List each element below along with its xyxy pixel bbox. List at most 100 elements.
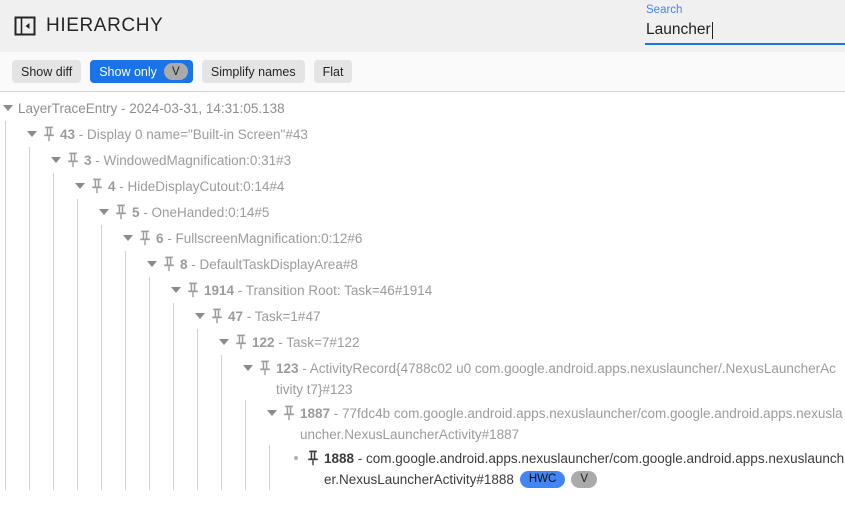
search-input-value: Launcher (646, 19, 711, 41)
bullet-icon (294, 456, 298, 460)
tree-node: 3 - WindowedMagnification:0:31#34 - Hide… (48, 147, 845, 490)
tree-node-text: - 77fdc4b com.google.android.apps.nexusl… (300, 406, 843, 442)
chevron-down-icon (195, 313, 205, 319)
tree-node: 1914 - Transition Root: Task=46#191447 -… (168, 277, 845, 490)
flat-button[interactable]: Flat (314, 60, 353, 83)
tree-node-label: 1914 - Transition Root: Task=46#1914 (204, 280, 432, 301)
tree-children: 1888 - com.google.android.apps.nexuslaun… (264, 445, 845, 490)
page-title: HIERARCHY (46, 15, 163, 37)
tree-node-row[interactable]: 47 - Task=1#47 (192, 303, 845, 329)
pin-icon (186, 280, 200, 300)
tree-children: 1887 - 77fdc4b com.google.android.apps.n… (240, 400, 845, 490)
pin-icon (210, 306, 224, 326)
pin-icon (138, 228, 152, 248)
expand-collapse-caret-icon[interactable] (240, 358, 256, 378)
text-caret (712, 22, 713, 39)
tree-node: 5 - OneHanded:0:14#5 6 - FullscreenMagnif… (96, 199, 845, 490)
simplify-names-label: Simplify names (211, 65, 296, 79)
tree-node-label: 1887 - 77fdc4b com.google.android.apps.n… (300, 403, 845, 445)
tree-node-label: 1888 - com.google.android.apps.nexuslaun… (324, 448, 845, 490)
tree-node: 6 - FullscreenMagnification:0:12#68 - De… (120, 225, 845, 490)
expand-collapse-caret-icon[interactable] (72, 176, 88, 196)
tree-node-label: 47 - Task=1#47 (228, 306, 320, 327)
pin-icon (162, 254, 176, 274)
tree-node-row[interactable]: 122 - Task=7#122 (216, 329, 845, 355)
search-input[interactable]: Launcher (646, 19, 713, 41)
chevron-down-icon (75, 183, 85, 189)
tree-node-label: 5 - OneHanded:0:14#5 (132, 202, 269, 223)
tree-node-row[interactable]: 1914 - Transition Root: Task=46#1914 (168, 277, 845, 303)
tree-node-row[interactable]: 1888 - com.google.android.apps.nexuslaun… (288, 445, 845, 490)
expand-collapse-caret-icon[interactable] (0, 98, 16, 118)
tree-node-label: 6 - FullscreenMagnification:0:12#6 (156, 228, 362, 249)
tree-node-row[interactable]: 4 - HideDisplayCutout:0:14#4 (72, 173, 845, 199)
tree-node: 4 - HideDisplayCutout:0:14#45 - OneHande… (72, 173, 845, 490)
tree-node-text: - Display 0 name="Built-in Screen"#43 (75, 127, 308, 142)
tree-node-label: 43 - Display 0 name="Built-in Screen"#43 (60, 124, 308, 145)
pin-icon (306, 448, 320, 468)
expand-collapse-caret-icon[interactable] (264, 403, 280, 423)
chevron-down-icon (51, 157, 61, 163)
show-diff-label: Show diff (21, 65, 72, 79)
tree-node-row[interactable]: 123 - ActivityRecord{4788c02 u0 com.goog… (240, 355, 845, 400)
expand-collapse-caret-icon[interactable] (192, 306, 208, 326)
tree-node-row[interactable]: 6 - FullscreenMagnification:0:12#6 (120, 225, 845, 251)
tree-children: 5 - OneHanded:0:14#5 6 - FullscreenMagnif… (72, 199, 845, 490)
tree-node-text: - HideDisplayCutout:0:14#4 (116, 179, 285, 194)
simplify-names-button[interactable]: Simplify names (202, 60, 305, 83)
tree-node-text: - WindowedMagnification:0:31#3 (92, 153, 292, 168)
tree-node-id: 1888 (324, 451, 354, 466)
tree-node-text: - FullscreenMagnification:0:12#6 (164, 231, 363, 246)
expand-collapse-caret-icon[interactable] (96, 202, 112, 222)
show-diff-button[interactable]: Show diff (12, 60, 81, 83)
pin-icon (66, 150, 80, 170)
search-field[interactable]: Search Launcher (645, 2, 845, 50)
show-only-label: Show only (99, 65, 157, 79)
tree-node-row[interactable]: 5 - OneHanded:0:14#5 (96, 199, 845, 225)
tree-node-text: - ActivityRecord{4788c02 u0 com.google.a… (276, 361, 836, 397)
pin-icon (282, 403, 296, 423)
show-only-button[interactable]: Show only V (90, 60, 193, 83)
tree-node-text: - Task=7#122 (275, 335, 360, 350)
chevron-down-icon (171, 287, 181, 293)
expand-collapse-caret-icon[interactable] (144, 254, 160, 274)
tree-node-label: LayerTraceEntry - 2024-03-31, 14:31:05.1… (18, 98, 285, 119)
node-flag-badge[interactable]: V (571, 471, 597, 488)
leaf-bullet-icon (288, 448, 304, 468)
chevron-down-icon (99, 209, 109, 215)
tree-node-id: 1914 (204, 283, 234, 298)
pin-icon (114, 202, 128, 222)
chevron-down-icon (147, 261, 157, 267)
tree-node: 47 - Task=1#47 122 - Task=7#122123 - Acti… (192, 303, 845, 490)
pin-icon (42, 124, 56, 144)
tree-children: 8 - DefaultTaskDisplayArea#81914 - Trans… (120, 251, 845, 490)
collapse-left-panel-icon[interactable] (14, 15, 36, 37)
tree-node-id: 8 (180, 257, 188, 272)
pin-icon (234, 332, 248, 352)
chevron-down-icon (123, 235, 133, 241)
node-flag-badge[interactable]: HWC (520, 471, 565, 488)
tree-node-row[interactable]: 43 - Display 0 name="Built-in Screen"#43 (24, 121, 845, 147)
chevron-down-icon (243, 365, 253, 371)
tree-node-text: - OneHanded:0:14#5 (140, 205, 270, 220)
hierarchy-tree[interactable]: LayerTraceEntry - 2024-03-31, 14:31:05.1… (0, 92, 845, 504)
filter-toolbar: Show diff Show only V Simplify names Fla… (0, 52, 845, 92)
tree-node-row[interactable]: LayerTraceEntry - 2024-03-31, 14:31:05.1… (0, 95, 845, 121)
tree-node-row[interactable]: 1887 - 77fdc4b com.google.android.apps.n… (264, 400, 845, 445)
tree-node-id: 1887 (300, 406, 330, 421)
expand-collapse-caret-icon[interactable] (48, 150, 64, 170)
search-underline (645, 43, 845, 45)
expand-collapse-caret-icon[interactable] (216, 332, 232, 352)
expand-collapse-caret-icon[interactable] (168, 280, 184, 300)
tree-node-label: 122 - Task=7#122 (252, 332, 359, 353)
expand-collapse-caret-icon[interactable] (24, 124, 40, 144)
tree-node-row[interactable]: 3 - WindowedMagnification:0:31#3 (48, 147, 845, 173)
tree-node-id: 43 (60, 127, 75, 142)
tree-node-text: - DefaultTaskDisplayArea#8 (188, 257, 358, 272)
expand-collapse-caret-icon[interactable] (120, 228, 136, 248)
tree-children: 47 - Task=1#47 122 - Task=7#122123 - Acti… (168, 303, 845, 490)
tree-node-row[interactable]: 8 - DefaultTaskDisplayArea#8 (144, 251, 845, 277)
show-only-badge[interactable]: V (164, 63, 188, 80)
chevron-down-icon (267, 410, 277, 416)
chevron-down-icon (3, 105, 13, 111)
